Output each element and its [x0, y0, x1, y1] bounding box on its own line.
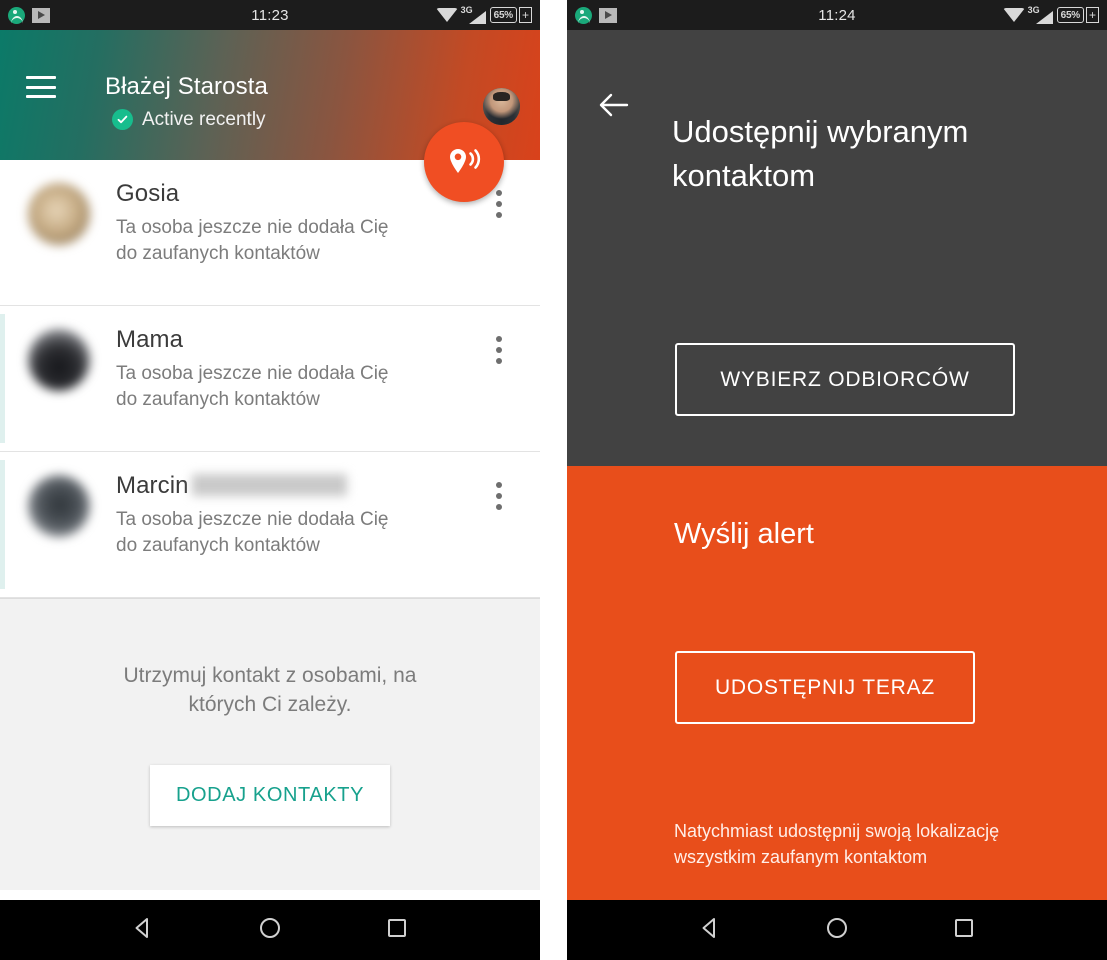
menu-dot [496, 358, 502, 364]
nav-recents-icon[interactable] [951, 915, 977, 946]
send-alert-heading: Wyślij alert [674, 518, 814, 550]
nav-home-icon[interactable] [257, 915, 283, 946]
battery-icon: 65% + [1056, 7, 1099, 23]
header-status-text: Active recently [142, 109, 266, 130]
hamburger-line [26, 76, 56, 79]
status-bar-clock: 11:23 [251, 6, 289, 24]
add-contacts-button[interactable]: DODAJ KONTAKTY [149, 765, 391, 826]
menu-dot [496, 201, 502, 207]
location-broadcast-fab[interactable] [424, 122, 504, 202]
add-contacts-description: Utrzymuj kontakt z osobami, na których C… [40, 661, 500, 719]
menu-dot [496, 347, 502, 353]
contact-overflow-menu-icon[interactable] [484, 322, 514, 364]
menu-dot [496, 190, 502, 196]
contact-info: Marcin Ta osoba jeszcze nie dodała Cię d… [116, 468, 484, 559]
screenshot-root: 11:23 3G 65% + Błażej Starosta Active re… [0, 0, 1107, 960]
add-contacts-panel: Utrzymuj kontakt z osobami, na których C… [0, 598, 540, 890]
contact-overflow-menu-icon[interactable] [484, 468, 514, 510]
contact-list-item[interactable]: Marcin Ta osoba jeszcze nie dodała Cię d… [0, 452, 540, 598]
contact-avatar [28, 329, 90, 391]
left-phone-screen: 11:23 3G 65% + Błażej Starosta Active re… [0, 0, 540, 960]
left-status-bar: 11:23 3G 65% + [0, 0, 540, 30]
contact-name: Gosia [116, 180, 180, 207]
avatar-image [483, 88, 520, 125]
menu-dot [496, 212, 502, 218]
battery-percent-label: 65% [1056, 7, 1084, 23]
nav-back-icon[interactable] [130, 915, 156, 946]
header-text-block: Błażej Starosta Active recently [105, 52, 520, 130]
contact-subtitle: Ta osoba jeszcze nie dodała Cię do zaufa… [116, 361, 416, 413]
share-now-button[interactable]: UDOSTĘPNIJ TERAZ [675, 651, 975, 724]
right-navigation-bar [567, 900, 1107, 960]
hamburger-line [26, 85, 56, 89]
contact-avatar [28, 475, 90, 537]
contact-subtitle-line: Ta osoba jeszcze nie dodała Cię [116, 363, 389, 384]
contact-list-item[interactable]: Mama Ta osoba jeszcze nie dodała Cię do … [0, 306, 540, 452]
left-navigation-bar [0, 900, 540, 960]
menu-dot [496, 336, 502, 342]
cta-line: których Ci zależy. [188, 693, 352, 716]
right-phone-screen: 11:24 3G 65% + Udostępnij wybranym konta… [567, 0, 1107, 960]
menu-dot [496, 482, 502, 488]
signal-3g-icon: 3G [461, 5, 486, 24]
screen-gutter [540, 0, 567, 960]
check-circle-icon [112, 109, 133, 130]
contact-list: Gosia Ta osoba jeszcze nie dodała Cię do… [0, 160, 540, 598]
contact-subtitle-line: Ta osoba jeszcze nie dodała Cię [116, 217, 389, 238]
back-arrow-icon[interactable] [597, 90, 631, 120]
battery-charging-icon: + [519, 7, 532, 23]
cta-line: Utrzymuj kontakt z osobami, na [123, 664, 417, 687]
nav-recents-icon[interactable] [384, 915, 410, 946]
contact-subtitle: Ta osoba jeszcze nie dodała Cię do zaufa… [116, 507, 416, 559]
contact-name: Marcin [116, 471, 484, 501]
hamburger-menu-icon[interactable] [26, 76, 56, 98]
avatar[interactable] [483, 88, 520, 125]
battery-icon: 65% + [489, 7, 532, 23]
contact-surname-redacted [191, 474, 347, 496]
contact-subtitle-line: do zaufanych kontaktów [116, 535, 320, 556]
menu-dot [496, 493, 502, 499]
contact-name-text: Marcin [116, 472, 189, 499]
header-user-name: Błażej Starosta [105, 73, 268, 100]
contact-avatar [28, 183, 90, 245]
menu-dot [496, 504, 502, 510]
contact-subtitle: Ta osoba jeszcze nie dodała Cię do zaufa… [116, 215, 416, 267]
battery-charging-icon: + [1086, 7, 1099, 23]
contact-subtitle-line: do zaufanych kontaktów [116, 243, 320, 264]
contact-info: Gosia Ta osoba jeszcze nie dodała Cię do… [116, 176, 484, 267]
battery-percent-label: 65% [489, 7, 517, 23]
right-status-bar: 11:24 3G 65% + [567, 0, 1107, 30]
signal-bars-icon [468, 10, 486, 24]
signal-3g-icon: 3G [1028, 5, 1053, 24]
choose-recipients-button[interactable]: WYBIERZ ODBIORCÓW [675, 343, 1015, 416]
location-broadcast-icon [450, 149, 481, 173]
nav-back-icon[interactable] [697, 915, 723, 946]
contact-subtitle-line: Ta osoba jeszcze nie dodała Cię [116, 509, 389, 530]
send-alert-description: Natychmiast udostępnij swoją lokalizację… [674, 818, 1072, 870]
status-bar-clock: 11:24 [818, 6, 856, 24]
hamburger-line [26, 95, 56, 98]
share-with-selected-section: Udostępnij wybranym kontaktom WYBIERZ OD… [567, 30, 1107, 466]
contact-name: Mama [116, 326, 184, 353]
share-section-title: Udostępnij wybranym kontaktom [672, 114, 969, 193]
contact-subtitle-line: do zaufanych kontaktów [116, 389, 320, 410]
signal-bars-icon [1035, 10, 1053, 24]
note-line: wszystkim zaufanym kontaktom [674, 847, 928, 867]
send-alert-section: Wyślij alert UDOSTĘPNIJ TERAZ Natychmias… [567, 466, 1107, 900]
contact-info: Mama Ta osoba jeszcze nie dodała Cię do … [116, 322, 484, 413]
nav-home-icon[interactable] [824, 915, 850, 946]
note-line: Natychmiast udostępnij swoją lokalizację [674, 821, 1000, 841]
